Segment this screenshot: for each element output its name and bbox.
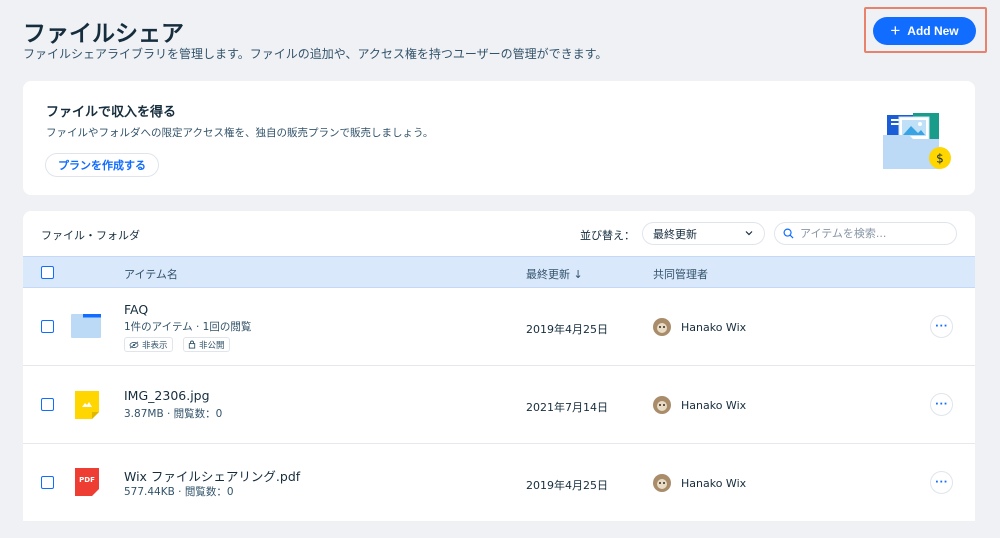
add-new-button[interactable]: + Add New <box>873 17 976 45</box>
item-date: 2019年4月25日 <box>526 479 608 492</box>
table-title: ファイル・フォルダ <box>41 229 140 242</box>
sort-label: 並び替え： <box>580 229 635 242</box>
file-sale-illustration: $ <box>883 113 951 169</box>
image-file-icon <box>75 391 99 419</box>
search-input[interactable] <box>800 227 950 240</box>
table-row[interactable]: FAQ 1件のアイテム · 1回の閲覧 非表示 非公開 2019年4月25日 H… <box>23 288 975 366</box>
row-checkbox[interactable] <box>41 320 54 333</box>
table-row[interactable]: PDF Wix ファイルシェアリング.pdf 577.44KB · 閲覧数：0 … <box>23 444 975 521</box>
private-tag-label: 非公開 <box>199 340 225 351</box>
sort-dropdown[interactable]: 最終更新 <box>642 222 765 245</box>
monetize-promo-card: ファイルで収入を得る ファイルやフォルダへの限定アクセス権を、独自の販売プランで… <box>23 81 975 195</box>
table-header-row: アイテム名 最終更新 ↓ 共同管理者 <box>23 256 975 288</box>
select-all-checkbox[interactable] <box>41 266 54 279</box>
item-date: 2019年4月25日 <box>526 323 608 336</box>
column-header-name[interactable]: アイテム名 <box>124 266 178 282</box>
avatar <box>653 396 671 414</box>
page-subtitle: ファイルシェアライブラリを管理します。ファイルの追加や、アクセス権を持つユーザー… <box>23 47 608 61</box>
pdf-file-icon: PDF <box>75 468 99 496</box>
search-icon <box>783 228 794 239</box>
owner-name: Hanako Wix <box>681 321 747 334</box>
item-meta: 577.44KB · 閲覧数：0 <box>124 486 234 498</box>
svg-text:$: $ <box>936 152 944 166</box>
more-actions-button[interactable]: ··· <box>930 315 953 338</box>
eye-off-icon <box>129 340 139 349</box>
item-name[interactable]: Wix ファイルシェアリング.pdf <box>124 466 300 485</box>
private-tag: 非公開 <box>183 337 230 352</box>
pdf-badge-label: PDF <box>79 476 95 484</box>
page-title: ファイルシェア <box>23 21 184 47</box>
item-meta: 3.87MB · 閲覧数：0 <box>124 408 223 420</box>
owner-name: Hanako Wix <box>681 477 747 490</box>
lock-icon <box>188 340 196 349</box>
hidden-tag-label: 非表示 <box>142 340 168 351</box>
chevron-down-icon <box>745 231 753 236</box>
search-box <box>774 222 957 245</box>
more-actions-button[interactable]: ··· <box>930 471 953 494</box>
item-name[interactable]: IMG_2306.jpg <box>124 388 210 403</box>
add-new-label: Add New <box>907 24 959 38</box>
row-checkbox[interactable] <box>41 476 54 489</box>
avatar <box>653 318 671 336</box>
create-plan-button[interactable]: プランを作成する <box>45 153 159 177</box>
more-actions-button[interactable]: ··· <box>930 393 953 416</box>
sort-value: 最終更新 <box>653 227 697 241</box>
avatar <box>653 474 671 492</box>
plus-icon: + <box>890 20 901 40</box>
owner-name: Hanako Wix <box>681 399 747 412</box>
hidden-tag: 非表示 <box>124 337 173 352</box>
table-row[interactable]: IMG_2306.jpg 3.87MB · 閲覧数：0 2021年7月14日 H… <box>23 366 975 444</box>
item-date: 2021年7月14日 <box>526 401 608 414</box>
row-checkbox[interactable] <box>41 398 54 411</box>
files-table-card: ファイル・フォルダ 並び替え： 最終更新 アイテム名 最終更新 ↓ 共同管理者 … <box>23 211 975 521</box>
promo-description: ファイルやフォルダへの限定アクセス権を、独自の販売プランで販売しましょう。 <box>46 127 434 139</box>
item-name[interactable]: FAQ <box>124 302 148 317</box>
column-header-updated[interactable]: 最終更新 ↓ <box>526 266 583 282</box>
promo-title: ファイルで収入を得る <box>46 105 177 120</box>
item-meta: 1件のアイテム · 1回の閲覧 <box>124 321 252 333</box>
folder-icon <box>71 314 101 338</box>
column-header-owner: 共同管理者 <box>653 268 708 281</box>
